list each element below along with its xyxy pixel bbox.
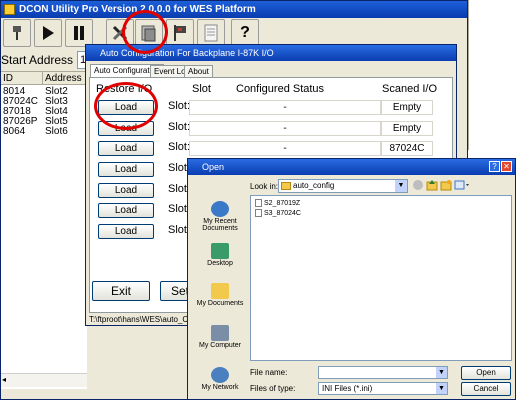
tab-about[interactable]: About (184, 65, 213, 77)
open-file-dialog: Open ? ✕ Look in: auto_config ▼ My Recen… (187, 158, 516, 400)
configured-status-field: - (189, 121, 381, 136)
new-folder-icon[interactable] (440, 179, 452, 191)
scanned-io-field: Empty (381, 100, 433, 115)
list-cell-address: Slot6 (45, 126, 68, 137)
pin-icon (10, 25, 24, 41)
flag-icon (172, 24, 188, 42)
close-icon[interactable]: ✕ (501, 161, 512, 172)
highlight-ring-toolbar (122, 10, 168, 54)
chevron-down-icon[interactable]: ▼ (436, 367, 447, 378)
help-icon: ? (240, 24, 250, 41)
exit-button[interactable]: Exit (92, 281, 150, 301)
document-button[interactable] (197, 19, 225, 47)
configured-status-header: Configured Status (236, 83, 325, 95)
pause-button[interactable] (65, 19, 93, 47)
chevron-down-icon[interactable]: ▼ (436, 383, 447, 394)
place-my-network[interactable]: My Network (192, 367, 248, 391)
place-label: My Documents (196, 300, 244, 307)
slot-header: Slot (192, 83, 211, 95)
file-list[interactable]: S2_87019Z S3_87024C (250, 195, 512, 361)
my-documents-icon (211, 283, 229, 299)
highlight-ring-load (94, 82, 158, 130)
pin-tool-button[interactable] (3, 19, 31, 47)
list-header-id[interactable]: ID (1, 72, 43, 85)
load-button-slot6[interactable]: Load (98, 203, 154, 218)
place-my-documents[interactable]: My Documents (192, 283, 248, 307)
ini-file-icon (255, 199, 262, 207)
help-icon[interactable]: ? (489, 161, 500, 172)
background-window-area (468, 0, 516, 150)
folder-icon (281, 182, 291, 190)
desktop-icon (211, 243, 229, 259)
place-desktop[interactable]: Desktop (192, 243, 248, 267)
file-item[interactable]: S3_87024C (255, 209, 301, 217)
open-dialog-title-text: Open (202, 162, 225, 172)
files-of-type-label: Files of type: (250, 384, 296, 393)
load-button-slot3[interactable]: Load (98, 141, 154, 156)
place-my-recent-documents[interactable]: My Recent Documents (192, 201, 248, 232)
place-label: My Network (201, 384, 239, 391)
file-name: S2_87019Z (264, 199, 301, 207)
load-button-slot4[interactable]: Load (98, 162, 154, 177)
configured-status-field: - (189, 141, 381, 156)
help-button[interactable]: ? (231, 19, 259, 47)
scanned-io-header: Scaned I/O (382, 83, 438, 95)
file-name: S3_87024C (264, 209, 301, 217)
start-address-label: Start Address (1, 53, 74, 67)
places-bar: My Recent Documents Desktop My Documents… (190, 195, 248, 399)
flag-button[interactable] (166, 19, 194, 47)
ini-file-icon (255, 209, 262, 217)
file-name-label: File name: (250, 368, 288, 377)
look-in-value: auto_config (293, 181, 335, 190)
run-button[interactable] (34, 19, 62, 47)
open-dialog-title-bar: Open (188, 159, 515, 175)
dcon-title-bar: DCON Utility Pro Version 2.0.0.0 for WES… (1, 1, 467, 18)
place-label: My Computer (198, 342, 241, 349)
load-button-slot7[interactable]: Load (98, 224, 154, 239)
view-menu-icon[interactable] (454, 179, 470, 191)
file-name-input[interactable] (318, 366, 448, 379)
scanned-io-field: 87024C (381, 141, 433, 156)
auto-config-title-text: Auto Configuration For Backplane I-87K I… (100, 48, 274, 58)
files-of-type-dropdown[interactable]: INI Files (*.ini) (318, 382, 448, 395)
list-cell-id: 8064 (3, 126, 26, 137)
look-in-dropdown[interactable]: auto_config ▼ (278, 179, 408, 193)
configured-status-field: - (189, 100, 381, 115)
scroll-left-icon[interactable]: ◂ (2, 375, 6, 384)
look-in-label: Look in: (250, 182, 279, 191)
play-icon (41, 25, 55, 41)
place-label: Desktop (207, 260, 233, 267)
scanned-io-field: Empty (381, 121, 433, 136)
place-my-computer[interactable]: My Computer (192, 325, 248, 349)
network-icon (211, 367, 229, 383)
file-item[interactable]: S2_87019Z (255, 199, 300, 207)
list-horizontal-scrollbar[interactable]: ◂ (1, 373, 87, 387)
back-icon[interactable] (412, 179, 424, 191)
module-list[interactable]: ID Address 8014 Slot2 87024C Slot3 87018… (1, 71, 87, 389)
document-icon (203, 24, 219, 42)
recent-docs-icon (211, 201, 229, 217)
up-folder-icon[interactable] (426, 179, 438, 191)
cancel-button[interactable]: Cancel (461, 382, 511, 396)
open-button[interactable]: Open (461, 366, 511, 380)
place-label: My Recent Documents (202, 218, 238, 232)
chevron-down-icon[interactable]: ▼ (395, 180, 407, 192)
app-icon (4, 4, 15, 15)
my-computer-icon (211, 325, 229, 341)
load-button-slot5[interactable]: Load (98, 183, 154, 198)
list-header-address[interactable]: Address (43, 72, 87, 85)
pause-icon (72, 25, 86, 41)
